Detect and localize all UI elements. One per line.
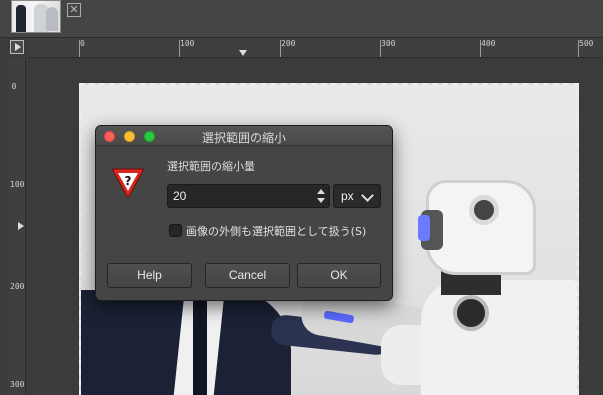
ruler-label: 200 bbox=[10, 282, 25, 291]
shrink-amount-spinbox[interactable]: 20 bbox=[167, 184, 330, 208]
image-robot-eye bbox=[469, 195, 499, 225]
horizontal-ruler[interactable]: 0 100 200 300 400 500 bbox=[28, 38, 603, 58]
ruler-tick bbox=[380, 40, 381, 57]
unit-value: px bbox=[341, 189, 354, 203]
outside-image-checkbox[interactable] bbox=[169, 224, 182, 237]
image-robot-shoulder bbox=[453, 295, 489, 331]
close-box-icon[interactable]: ✕ bbox=[67, 3, 81, 17]
shrink-selection-dialog: 選択範囲の縮小 ? 選択範囲の縮小量 20 px 画像の外側も選択範囲として扱う… bbox=[95, 125, 393, 301]
outside-image-checkbox-label[interactable]: 画像の外側も選択範囲として扱う(S) bbox=[186, 223, 366, 239]
image-thumbnail[interactable] bbox=[11, 0, 61, 33]
shrink-amount-label: 選択範囲の縮小量 bbox=[167, 160, 255, 173]
unit-dropdown[interactable]: px bbox=[333, 184, 381, 208]
warning-question-icon: ? bbox=[111, 168, 145, 200]
help-button[interactable]: Help bbox=[107, 263, 192, 288]
thumbnail-figure-person bbox=[16, 5, 26, 32]
ruler-label: 400 bbox=[481, 39, 496, 48]
ruler-pointer-icon bbox=[18, 222, 24, 230]
ruler-label: 300 bbox=[381, 39, 396, 48]
vertical-ruler-area: 0 100 200 300 bbox=[0, 58, 28, 395]
ruler-pointer-icon bbox=[239, 50, 247, 56]
svg-text:?: ? bbox=[125, 174, 132, 188]
thumbnail-figure-robot-2 bbox=[46, 7, 58, 31]
image-tab-strip: ✕ bbox=[0, 0, 603, 38]
ruler-tick bbox=[480, 40, 481, 57]
ruler-label: 500 bbox=[579, 39, 594, 48]
ruler-menu-button[interactable] bbox=[10, 40, 24, 54]
dialog-title: 選択範囲の縮小 bbox=[201, 131, 286, 145]
dialog-titlebar[interactable]: 選択範囲の縮小 bbox=[96, 126, 392, 146]
spin-arrows[interactable] bbox=[316, 187, 326, 205]
ruler-tick bbox=[578, 40, 579, 57]
ruler-label: 100 bbox=[180, 39, 195, 48]
shrink-amount-value[interactable]: 20 bbox=[173, 189, 186, 203]
ok-button[interactable]: OK bbox=[297, 263, 381, 288]
ruler-label: 100 bbox=[10, 180, 25, 189]
increment-arrow-icon[interactable] bbox=[317, 189, 325, 194]
ruler-label: 0 bbox=[11, 82, 17, 91]
ruler-tick bbox=[179, 40, 180, 57]
image-robot-body bbox=[421, 280, 577, 395]
ruler-tick bbox=[280, 40, 281, 57]
chevron-down-icon bbox=[361, 189, 374, 202]
image-person-tie bbox=[193, 295, 207, 395]
vertical-ruler[interactable]: 0 100 200 300 bbox=[8, 58, 26, 395]
cancel-button[interactable]: Cancel bbox=[205, 263, 290, 288]
ruler-label: 0 bbox=[80, 39, 85, 48]
image-robot-visor bbox=[418, 215, 430, 241]
ruler-tick bbox=[79, 40, 80, 57]
ruler-label: 200 bbox=[281, 39, 296, 48]
decrement-arrow-icon[interactable] bbox=[317, 198, 325, 203]
ruler-label: 300 bbox=[10, 380, 25, 389]
